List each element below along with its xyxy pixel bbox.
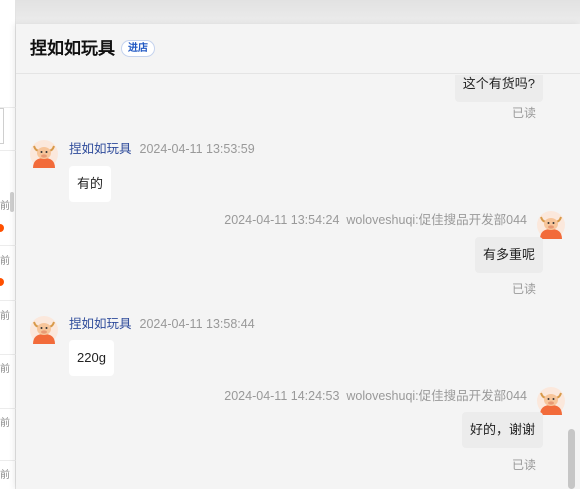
read-receipt: 已读	[511, 106, 536, 120]
message-bubble-shop: 220g	[69, 340, 114, 376]
conversation-list-edge: 前 前 前 前 前 前	[0, 0, 16, 489]
list-divider	[0, 150, 16, 151]
message-time: 2024-04-11 13:53:59	[139, 142, 255, 156]
shop-avatar-icon[interactable]	[30, 316, 58, 344]
message-time: 2024-04-11 13:58:44	[139, 317, 255, 331]
list-divider	[0, 245, 16, 246]
sender-name: woloveshuqi:促佳搜品开发部044	[346, 213, 527, 227]
unread-badge	[0, 224, 4, 232]
message-scrollbar[interactable]	[568, 429, 575, 489]
message-bubble-mine: 有多重呢	[474, 237, 543, 273]
message-meta: 捏如如玩具 2024-04-11 13:53:59	[69, 141, 255, 157]
list-item-label[interactable]: 前	[0, 364, 10, 376]
message-bubble-mine: 这个有货吗?	[454, 75, 543, 102]
message-meta: 捏如如玩具 2024-04-11 13:58:44	[69, 316, 255, 332]
message-time: 2024-04-11 14:24:53	[224, 389, 340, 403]
message-bubble-mine: 好的，谢谢	[461, 412, 543, 448]
read-receipt: 已读	[511, 282, 536, 296]
unread-badge	[0, 278, 4, 286]
read-receipt: 已读	[511, 458, 536, 472]
enter-store-button[interactable]: 进店	[121, 40, 155, 57]
list-item-label[interactable]: 前	[0, 470, 10, 482]
message-list[interactable]: 这个有货吗? 已读 捏如如玩具 2024-04-11 13:53:59 有的 20…	[16, 75, 580, 489]
shop-avatar-icon[interactable]	[30, 140, 58, 168]
list-divider	[0, 460, 16, 461]
list-scrollbar[interactable]	[10, 192, 14, 212]
list-item-label[interactable]: 前	[0, 418, 10, 430]
user-avatar-icon[interactable]	[537, 387, 565, 415]
message-meta: 2024-04-11 14:24:53 woloveshuqi:促佳搜品开发部0…	[224, 388, 527, 404]
selected-list-item[interactable]	[0, 108, 4, 144]
list-item-label[interactable]: 前	[0, 256, 10, 268]
window-top-strip	[16, 0, 580, 24]
message-time: 2024-04-11 13:54:24	[224, 213, 340, 227]
sender-name: woloveshuqi:促佳搜品开发部044	[346, 389, 527, 403]
chat-header: 捏如如玩具 进店	[16, 24, 580, 74]
chat-panel: 捏如如玩具 进店 这个有货吗? 已读 捏如如玩具 2024-04-11 13:53…	[16, 24, 580, 489]
user-avatar-icon[interactable]	[537, 211, 565, 239]
list-divider	[0, 300, 16, 301]
message-bubble-shop: 有的	[69, 166, 112, 202]
shop-name: 捏如如玩具	[30, 39, 115, 58]
message-meta: 2024-04-11 13:54:24 woloveshuqi:促佳搜品开发部0…	[224, 212, 527, 228]
sender-name[interactable]: 捏如如玩具	[69, 317, 132, 331]
list-divider	[0, 408, 16, 409]
list-divider	[0, 354, 16, 355]
list-item-label[interactable]: 前	[0, 201, 10, 213]
list-item-label[interactable]: 前	[0, 311, 10, 323]
sender-name[interactable]: 捏如如玩具	[69, 142, 132, 156]
